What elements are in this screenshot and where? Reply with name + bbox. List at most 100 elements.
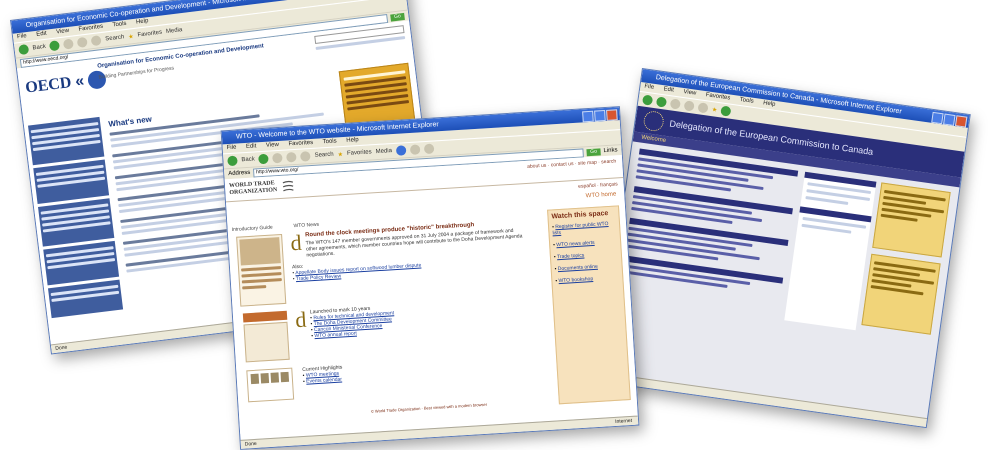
stop-icon[interactable] <box>272 152 284 164</box>
right-link[interactable]: WTO news alerts <box>556 240 595 248</box>
maximize-icon[interactable] <box>594 109 606 122</box>
forward-icon[interactable] <box>655 96 668 108</box>
eu-right-column <box>861 182 951 335</box>
menu-view[interactable]: View <box>56 28 70 36</box>
eu-browser-window[interactable]: Delegation of the European Commission to… <box>597 68 971 429</box>
right-link-item: • WTO bookshop <box>555 276 594 285</box>
wto-section2: d Launched to mark 10 years • Rules for … <box>295 296 531 340</box>
right-link[interactable]: Trade topics <box>557 253 585 261</box>
close-icon[interactable] <box>606 109 618 121</box>
side-label-news[interactable]: WTO News <box>293 222 319 230</box>
wto-language-links[interactable]: español · français <box>578 181 618 189</box>
minimize-icon[interactable] <box>931 111 944 125</box>
right-link-item: • WTO news alerts <box>553 239 595 249</box>
back-label[interactable]: Back <box>241 156 255 163</box>
favorites-icon[interactable]: ★ <box>128 33 134 41</box>
minimize-icon[interactable] <box>582 110 594 123</box>
menu-help[interactable]: Help <box>763 100 776 108</box>
stop-icon[interactable] <box>669 98 681 110</box>
favorites-icon[interactable]: ★ <box>711 106 717 114</box>
maximize-icon[interactable] <box>943 113 956 126</box>
oecd-left-nav <box>28 116 124 319</box>
right-link-item: • Register for public WTO lists <box>551 221 609 237</box>
oecd-search-area <box>314 25 406 53</box>
menu-file[interactable]: File <box>644 84 654 91</box>
side-label-guide[interactable]: Introductory Guide <box>232 225 273 234</box>
wto-footer: © World Trade Organization · Best viewed… <box>370 401 488 414</box>
wto-logo-line2: ORGANIZATION <box>229 187 278 197</box>
favorites-label[interactable]: Favorites <box>137 30 162 39</box>
menu-help[interactable]: Help <box>136 18 149 25</box>
menu-file[interactable]: File <box>17 33 27 40</box>
menu-view[interactable]: View <box>683 89 697 97</box>
menu-tools[interactable]: Tools <box>323 138 337 145</box>
nav-block[interactable] <box>43 240 120 286</box>
history-icon[interactable] <box>395 145 407 156</box>
home-icon[interactable] <box>90 35 103 47</box>
eu-middle-column <box>784 171 877 331</box>
eu-yellow-box[interactable] <box>861 253 941 335</box>
wto-section3-image[interactable] <box>246 367 295 403</box>
menu-tools[interactable]: Tools <box>112 21 127 29</box>
go-button[interactable]: Go <box>390 12 405 22</box>
wto-browser-window[interactable]: WTO - Welcome to the WTO website - Micro… <box>220 106 640 450</box>
media-icon[interactable] <box>720 105 732 117</box>
wto-section2-image[interactable] <box>242 310 290 364</box>
refresh-icon[interactable] <box>77 36 89 48</box>
wto-feature-image[interactable] <box>236 233 287 307</box>
home-icon[interactable] <box>300 151 311 162</box>
nav-block[interactable] <box>47 279 124 319</box>
right-link[interactable]: WTO bookshop <box>558 276 593 284</box>
address-label: Address <box>228 169 251 178</box>
refresh-icon[interactable] <box>286 151 298 163</box>
menu-view[interactable]: View <box>266 142 279 149</box>
go-button[interactable]: Go <box>586 147 601 156</box>
close-icon[interactable] <box>954 115 968 128</box>
bullet-link[interactable]: Trade Policy Review <box>296 273 342 282</box>
search-label[interactable]: Search <box>105 34 125 42</box>
menu-edit[interactable]: Edit <box>36 31 47 38</box>
dropcap-d-icon: d <box>294 306 308 333</box>
eu-stars-icon <box>642 109 666 133</box>
right-link-item: • Trade topics <box>553 252 585 261</box>
forward-icon[interactable] <box>258 153 270 165</box>
home-icon[interactable] <box>697 102 709 114</box>
wto-logo[interactable]: WORLD TRADE ORGANIZATION <box>229 179 296 197</box>
right-link[interactable]: Documents online <box>558 264 598 272</box>
eu-yellow-box[interactable] <box>872 182 951 258</box>
wto-right-panel: Watch this space • Register for public W… <box>547 205 631 405</box>
favorites-icon[interactable]: ★ <box>337 151 343 158</box>
refresh-icon[interactable] <box>683 100 695 112</box>
right-panel-title: Watch this space <box>551 209 609 221</box>
menu-edit[interactable]: Edit <box>246 143 257 150</box>
forward-icon[interactable] <box>49 40 61 52</box>
nav-block[interactable] <box>28 116 105 166</box>
media-label[interactable]: Media <box>166 27 183 35</box>
back-icon[interactable] <box>641 94 654 106</box>
back-icon[interactable] <box>18 43 30 56</box>
menu-help[interactable]: Help <box>346 137 359 144</box>
wto-home-label: WTO home <box>585 191 617 200</box>
list-link[interactable]: WTO annual report <box>314 331 357 340</box>
wto-page: WORLD TRADE ORGANIZATION about us · cont… <box>224 155 638 434</box>
search-label[interactable]: Search <box>314 152 333 159</box>
menu-favorites[interactable]: Favorites <box>288 140 313 147</box>
list-link[interactable]: Events calendar <box>306 377 342 385</box>
wto-section3: Current Highlights • WTO meetings • Even… <box>302 354 523 385</box>
oecd-logo[interactable]: OECD « <box>24 69 108 98</box>
nav-block[interactable] <box>37 198 115 247</box>
media-label[interactable]: Media <box>375 148 392 155</box>
menu-file[interactable]: File <box>227 145 237 152</box>
back-icon[interactable] <box>227 155 238 167</box>
back-label[interactable]: Back <box>32 44 46 52</box>
menu-edit[interactable]: Edit <box>663 86 674 93</box>
favorites-label[interactable]: Favorites <box>347 149 372 156</box>
links-label[interactable]: Links <box>603 147 617 154</box>
right-link[interactable]: Register for public WTO lists <box>552 221 608 236</box>
mail-icon[interactable] <box>409 144 421 155</box>
wto-top-links[interactable]: about us · contact us · site map · searc… <box>527 158 616 169</box>
print-icon[interactable] <box>423 143 435 155</box>
stop-icon[interactable] <box>63 38 75 50</box>
menu-tools[interactable]: Tools <box>739 97 754 105</box>
nav-block[interactable] <box>33 159 110 205</box>
